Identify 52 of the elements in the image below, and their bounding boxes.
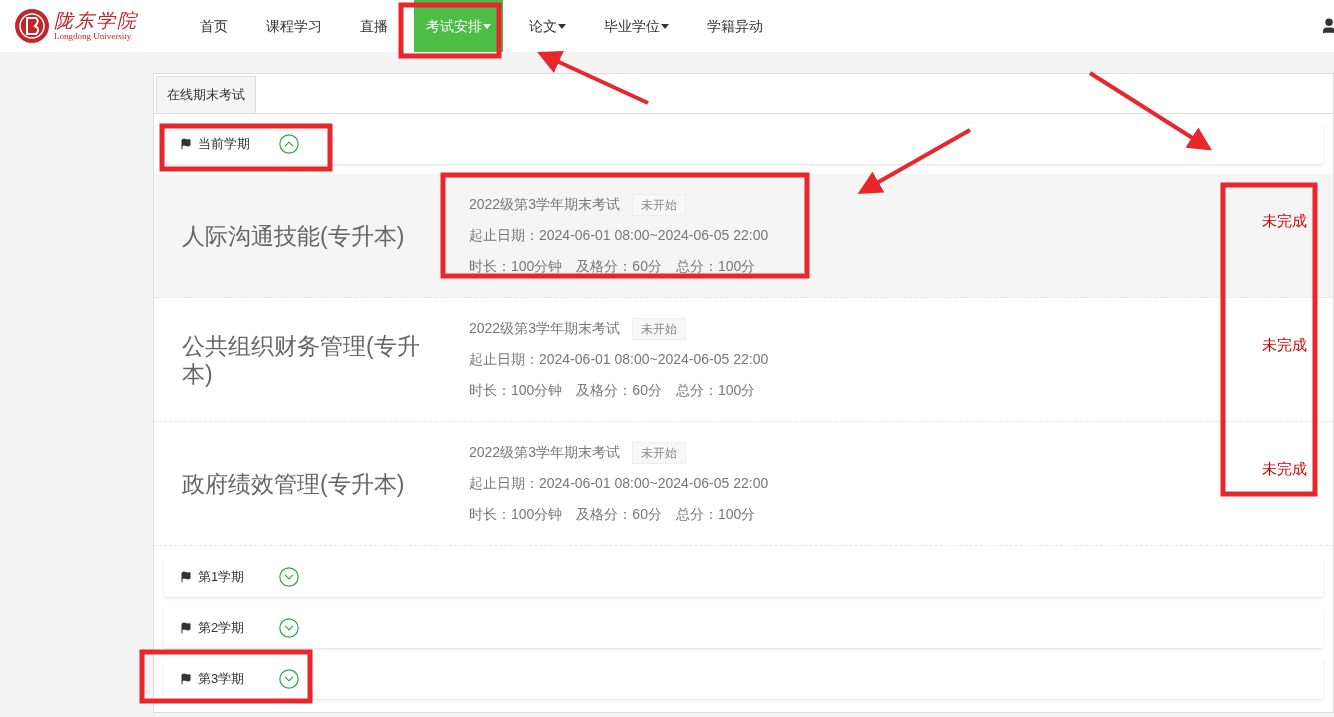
semester-header[interactable]: 第3学期 <box>164 659 1323 699</box>
semester-header[interactable]: 第1学期 <box>164 557 1323 597</box>
flag-icon <box>180 622 192 634</box>
nav-item[interactable]: 学籍异动 <box>695 0 775 52</box>
semester-header[interactable]: 第2学期 <box>164 608 1323 648</box>
exam-duration: 时长：100分钟 <box>469 380 563 400</box>
semester-label: 当前学期 <box>198 135 251 154</box>
expand-icon[interactable] <box>278 668 300 690</box>
course-title: 公共组织财务管理(专升本) <box>182 331 421 388</box>
exam-duration: 时长：100分钟 <box>469 256 563 276</box>
exam-dates: 起止日期：2024-06-01 08:00~2024-06-05 22:00 <box>469 225 770 245</box>
logo-subtitle: Longdong University <box>54 31 133 41</box>
semester-header[interactable]: 当前学期 <box>164 124 1323 164</box>
exam-dates: 起止日期：2024-06-01 08:00~2024-06-05 22:00 <box>469 473 770 493</box>
course-title: 政府绩效管理(专升本) <box>182 469 406 498</box>
total-score: 总分：100分 <box>675 380 756 400</box>
completion-status: 未完成 <box>1262 335 1307 355</box>
exam-title: 2022级第3学年期末考试 <box>469 195 620 214</box>
nav-item[interactable]: 直播 <box>348 0 400 52</box>
expand-icon[interactable] <box>278 566 300 588</box>
status-badge: 未开始 <box>631 317 686 340</box>
exam-title: 2022级第3学年期末考试 <box>469 319 620 338</box>
total-score: 总分：100分 <box>675 256 756 276</box>
user-icon[interactable] <box>1320 17 1334 35</box>
flag-icon <box>180 571 192 583</box>
collapse-icon[interactable] <box>278 133 300 155</box>
exam-row[interactable]: 人际沟通技能(专升本) 2022级第3学年期末考试 未开始 起止日期：2024-06-01 08:00~2024-06-05 22:00 时长：100分钟 及格分：60分 总分：100分 未完成 <box>154 174 1333 298</box>
nav-item[interactable]: 论文 <box>517 0 578 52</box>
nav-item[interactable]: 课程学习 <box>254 0 334 52</box>
exam-title: 2022级第3学年期末考试 <box>469 443 620 462</box>
logo-emblem-icon <box>14 8 50 44</box>
logo-name: 陇东学院 <box>54 11 138 31</box>
total-score: 总分：100分 <box>675 504 756 524</box>
passing-score: 及格分：60分 <box>576 504 662 524</box>
tab[interactable]: 在线期末考试 <box>156 76 256 113</box>
passing-score: 及格分：60分 <box>576 256 662 276</box>
exam-duration: 时长：100分钟 <box>469 504 563 524</box>
semester-label: 第2学期 <box>198 619 246 638</box>
status-badge: 未开始 <box>631 441 686 464</box>
nav-item[interactable]: 首页 <box>188 0 240 52</box>
exam-dates: 起止日期：2024-06-01 08:00~2024-06-05 22:00 <box>469 349 770 369</box>
nav-item[interactable]: 毕业学位 <box>592 0 681 52</box>
flag-icon <box>180 673 192 685</box>
completion-status: 未完成 <box>1262 459 1307 479</box>
semester-label: 第3学期 <box>198 670 246 689</box>
semester-label: 第1学期 <box>198 568 246 587</box>
flag-icon <box>180 138 192 150</box>
expand-icon[interactable] <box>278 617 300 639</box>
course-title: 人际沟通技能(专升本) <box>182 221 406 250</box>
passing-score: 及格分：60分 <box>576 380 662 400</box>
completion-status: 未完成 <box>1262 211 1307 231</box>
status-badge: 未开始 <box>631 193 686 216</box>
